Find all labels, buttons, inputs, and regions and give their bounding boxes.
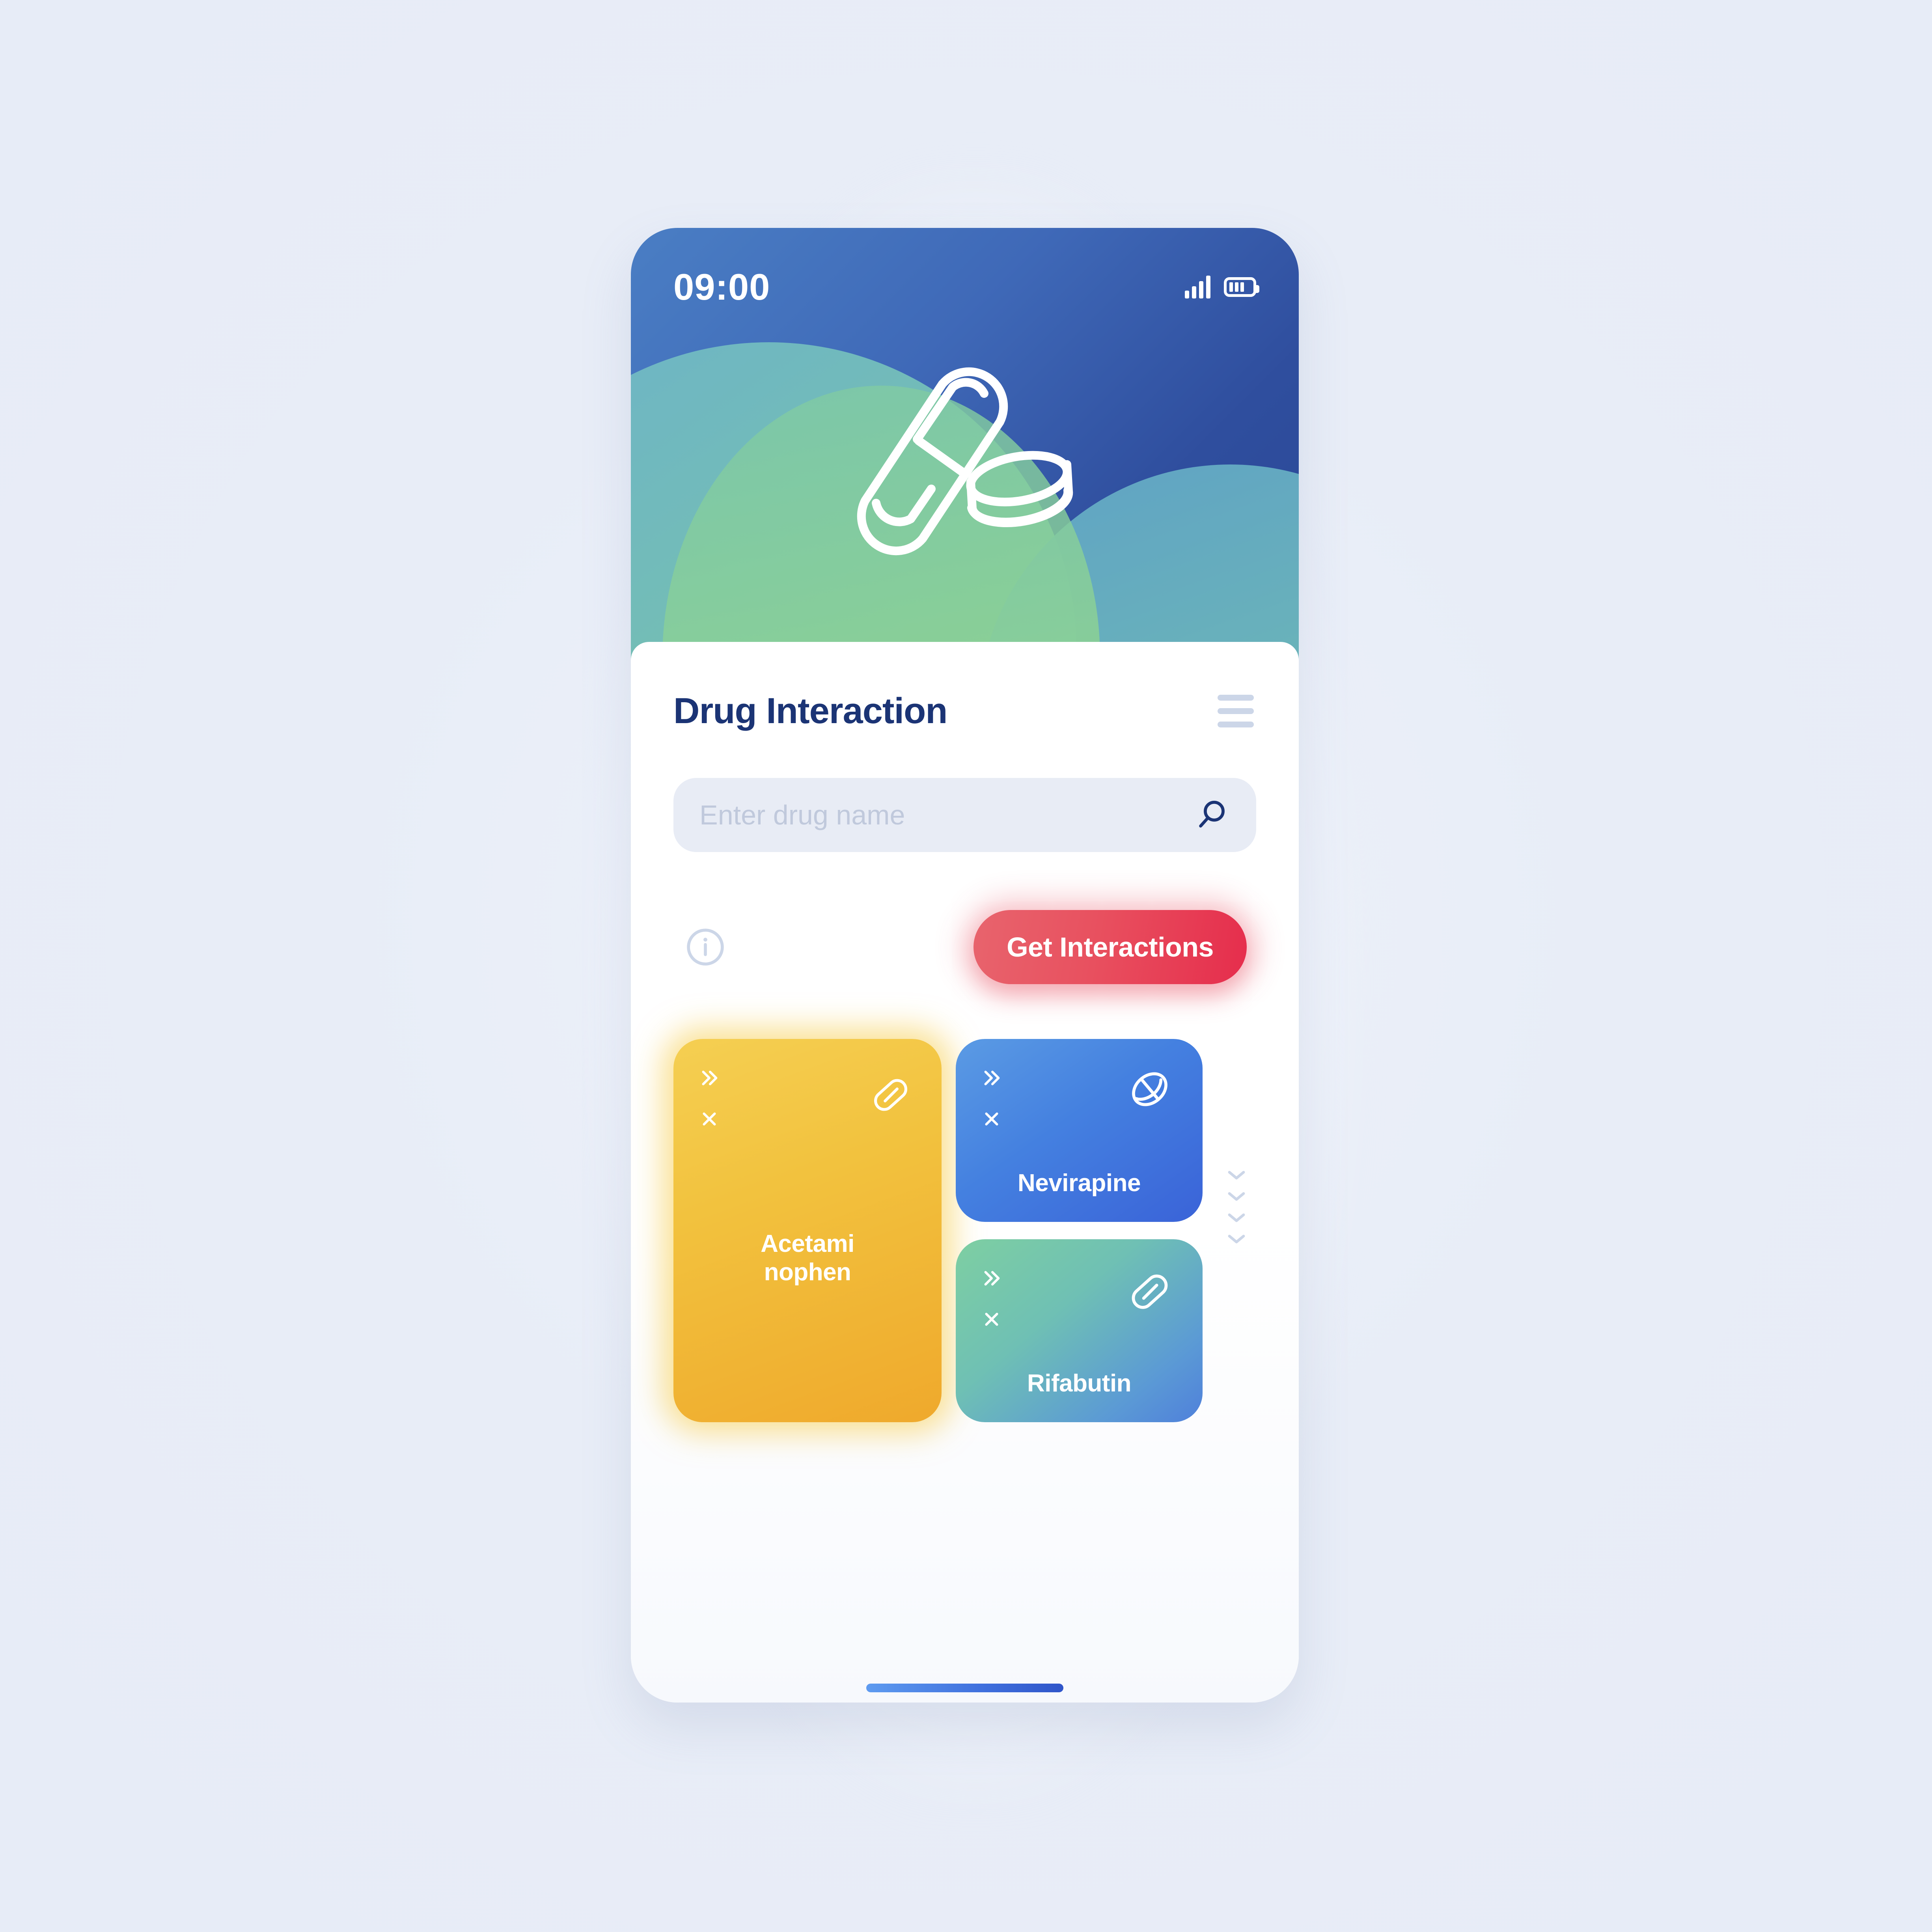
card-label: Rifabutin [1027,1370,1132,1397]
card-label-line2: nophen [764,1259,851,1286]
drug-card-acetaminophen[interactable]: Acetami nophen [673,1039,942,1422]
scroll-hint-column [1217,1039,1256,1422]
card-top-row [979,1064,1179,1130]
capsule-pill-icon [874,1079,908,1111]
round-tablet-icon [1132,1072,1167,1106]
search-field[interactable] [673,778,1256,852]
pill-capsule-and-tablets-illustration [857,367,1073,556]
action-row: Get Interactions [673,906,1256,988]
status-clock: 09:00 [673,266,770,308]
capsule-pill-icon [1132,1274,1168,1309]
get-interactions-button[interactable]: Get Interactions [973,910,1247,984]
close-x-icon[interactable] [979,1108,1004,1130]
info-circle-icon[interactable] [684,926,726,968]
close-x-icon[interactable] [979,1308,1004,1331]
drug-card-rifabutin[interactable]: Rifabutin [956,1239,1203,1422]
content-sheet: Drug Interaction Ge [631,642,1299,1703]
page-title: Drug Interaction [673,691,947,731]
home-indicator-bar[interactable] [866,1684,1063,1692]
chevron-down-icon[interactable] [1226,1190,1247,1202]
drug-cards-grid: Acetami nophen Nevirapine Rifabutin [673,1039,1256,1422]
card-top-row [697,1064,918,1130]
double-chevron-right-icon[interactable] [979,1067,1004,1089]
hamburger-menu-icon[interactable] [1215,689,1256,733]
card-marks [979,1064,1004,1130]
card-label-line1: Acetami [761,1230,854,1258]
chevron-down-icon[interactable] [1226,1212,1247,1223]
featured-card-column: Acetami nophen [673,1039,942,1422]
card-top-row [979,1264,1179,1331]
phone-device: 09:00 Drug Interaction Enter drug name G… [631,228,1299,1703]
signal-bars-icon [1185,276,1210,298]
page-backdrop: 09:00 Drug Interaction Enter drug name G… [0,0,1932,1932]
search-icon[interactable] [1195,798,1229,832]
sheet-header: Drug Interaction [673,642,1256,733]
card-label: Acetami nophen [697,1230,918,1298]
status-indicators [1185,276,1259,298]
search-input[interactable] [699,799,1195,831]
battery-icon [1224,277,1259,297]
card-marks [979,1264,1004,1331]
double-chevron-right-icon[interactable] [697,1067,722,1089]
chevron-down-icon[interactable] [1226,1169,1247,1181]
status-bar: 09:00 [631,228,1299,346]
card-label: Nevirapine [1017,1169,1141,1197]
drug-card-nevirapine[interactable]: Nevirapine [956,1039,1203,1222]
card-marks [697,1064,722,1130]
secondary-cards-column: Nevirapine Rifabutin [956,1039,1203,1422]
close-x-icon[interactable] [697,1108,722,1130]
chevron-down-icon[interactable] [1226,1233,1247,1245]
scroll-hint-chevrons[interactable] [1226,1169,1247,1245]
double-chevron-right-icon[interactable] [979,1267,1004,1290]
